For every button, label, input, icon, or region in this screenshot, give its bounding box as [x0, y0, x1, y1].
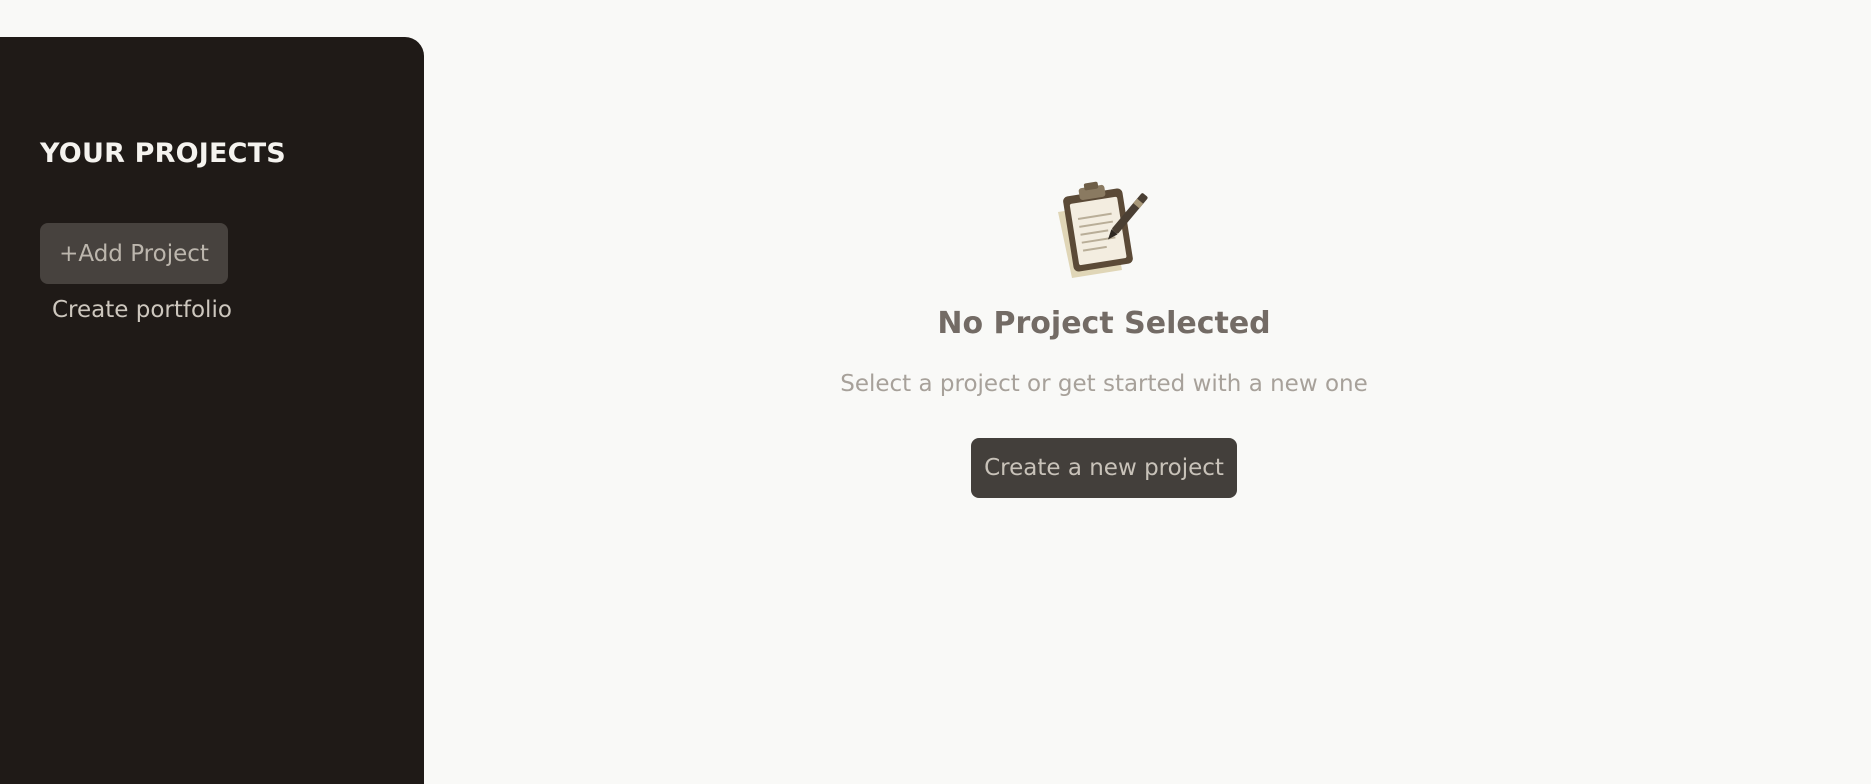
- empty-state-title: No Project Selected: [937, 306, 1271, 341]
- sidebar-title: YOUR PROJECTS: [40, 138, 286, 169]
- sidebar: YOUR PROJECTS +Add Project Create portfo…: [0, 37, 424, 784]
- add-project-button[interactable]: +Add Project: [40, 223, 228, 284]
- clipboard-icon: [1058, 181, 1148, 278]
- create-new-project-button[interactable]: Create a new project: [971, 438, 1237, 498]
- empty-state-subtitle: Select a project or get started with a n…: [840, 371, 1368, 397]
- create-portfolio-link[interactable]: Create portfolio: [52, 297, 232, 323]
- empty-state: No Project Selected Select a project or …: [424, 178, 1784, 498]
- main-content: No Project Selected Select a project or …: [424, 0, 1871, 784]
